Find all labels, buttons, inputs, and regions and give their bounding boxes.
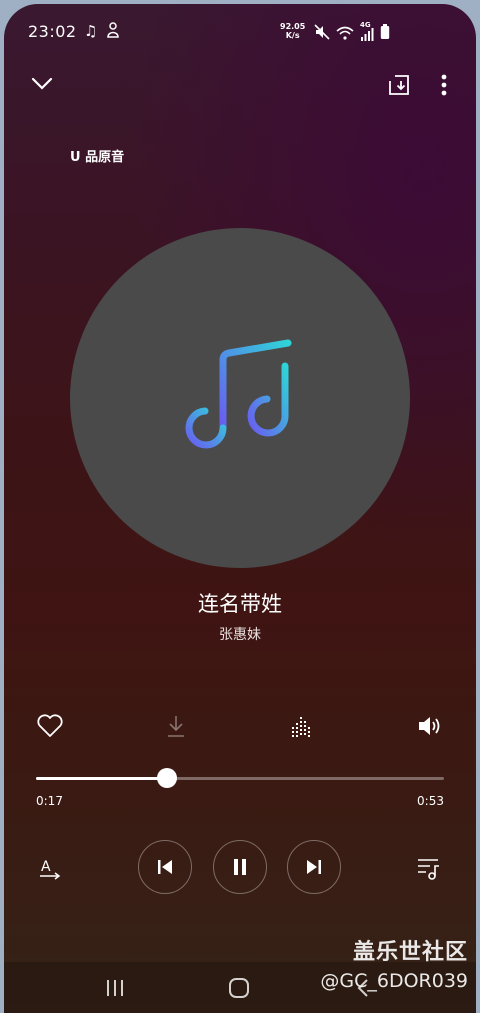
next-button[interactable]	[287, 840, 341, 894]
progress-bar[interactable]	[36, 768, 444, 788]
battery-icon	[380, 24, 390, 44]
chevron-down-icon	[31, 77, 53, 90]
music-note-icon	[185, 339, 292, 449]
home-button[interactable]	[224, 976, 254, 1000]
wifi-icon	[336, 25, 354, 44]
download-button[interactable]	[158, 708, 194, 744]
status-time: 23:02	[28, 22, 77, 41]
status-bar: 23:02 ♫ 92.05 K/s 4G	[4, 20, 476, 44]
network-speed-unit: K/s	[285, 31, 300, 40]
total-time: 0:53	[417, 794, 444, 808]
network-type: 4G	[360, 21, 371, 29]
player-screen: 23:02 ♫ 92.05 K/s 4G U 品原音 连名带姓 张惠妹 0:17…	[4, 4, 476, 1013]
recent-apps-button[interactable]	[100, 976, 130, 1000]
pause-button[interactable]	[213, 840, 267, 894]
quality-badge[interactable]: U 品原音	[70, 146, 124, 165]
playlist-button[interactable]	[414, 854, 444, 884]
heart-icon	[37, 714, 63, 737]
recent-apps-icon	[107, 980, 123, 996]
lyrics-icon: A	[40, 859, 61, 880]
home-icon	[229, 978, 249, 998]
watermark-brand: 盖乐世社区	[352, 940, 468, 965]
more-options-button[interactable]	[432, 70, 456, 100]
album-art	[70, 228, 410, 568]
lyrics-button[interactable]: A	[36, 854, 66, 884]
svg-text:A: A	[41, 859, 51, 875]
music-note-status-icon: ♫	[84, 22, 98, 40]
progress-fill	[36, 777, 167, 780]
share-button[interactable]	[384, 70, 414, 100]
network-speed-value: 92.05	[280, 22, 306, 31]
download-icon	[168, 716, 184, 737]
share-icon	[389, 75, 409, 95]
next-icon	[307, 860, 321, 874]
like-button[interactable]	[32, 708, 68, 744]
equalizer-button[interactable]	[284, 708, 320, 744]
playlist-icon	[418, 859, 439, 880]
watermark-handle: @GC_6DOR039	[320, 970, 468, 992]
elapsed-time: 0:17	[36, 794, 63, 808]
artist-name[interactable]: 张惠妹	[4, 624, 476, 644]
previous-button[interactable]	[138, 840, 192, 894]
collapse-button[interactable]	[26, 68, 58, 100]
notification-status-icon	[106, 22, 120, 42]
mute-icon	[314, 24, 330, 44]
equalizer-icon	[292, 717, 310, 737]
signal-icon: 4G	[360, 21, 374, 41]
song-title: 连名带姓	[198, 592, 282, 616]
network-speed: 92.05 K/s	[280, 22, 305, 40]
volume-icon	[419, 717, 440, 735]
pause-icon	[234, 859, 246, 875]
previous-icon	[158, 860, 172, 874]
progress-handle[interactable]	[156, 768, 177, 788]
volume-button[interactable]	[412, 708, 448, 744]
more-vertical-icon	[441, 74, 447, 96]
